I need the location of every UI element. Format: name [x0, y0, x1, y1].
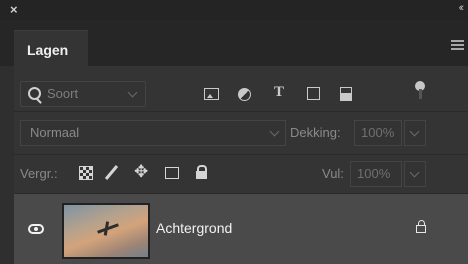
filter-row: Soort T	[14, 66, 468, 112]
search-icon	[28, 87, 41, 100]
fill-label: Vul:	[322, 166, 344, 181]
layer-thumbnail[interactable]	[62, 203, 150, 259]
lock-body	[196, 171, 207, 179]
lock-row: Vergr.: ✥ Vul: 100%	[14, 155, 468, 194]
panel-tab-row: Lagen	[0, 20, 468, 67]
filter-toggle-switch[interactable]	[415, 81, 425, 101]
eye-icon[interactable]	[28, 224, 44, 234]
pixel-filter-icon[interactable]	[204, 88, 219, 100]
opacity-label: Dekking:	[290, 125, 341, 140]
lock-body	[416, 225, 426, 233]
blend-row: Normaal Dekking: 100%	[14, 112, 468, 155]
chevron-down-icon	[409, 167, 420, 178]
lock-image-pixels-brush-icon[interactable]	[104, 165, 119, 180]
opacity-value: 100%	[361, 125, 395, 140]
layers-panel: Soort T Normaal Dekking: 100% Vergr.: ✥	[14, 66, 468, 264]
fill-dropdown-button[interactable]	[404, 161, 426, 187]
lock-transparent-pixels-icon[interactable]	[79, 166, 93, 180]
layer-row[interactable]: Achtergrond	[14, 194, 468, 264]
airplane-silhouette	[97, 223, 119, 234]
shape-filter-icon[interactable]	[307, 87, 320, 100]
filter-kind-label: Soort	[47, 86, 79, 101]
fill-input[interactable]: 100%	[350, 161, 402, 187]
filter-kind-dropdown[interactable]: Soort	[20, 81, 146, 107]
collapse-panel-icon[interactable]: ‹‹	[459, 2, 465, 14]
chevron-down-icon	[269, 126, 280, 137]
blend-mode-value: Normaal	[30, 125, 80, 140]
tab-layers-label: Lagen	[27, 42, 69, 58]
layer-name[interactable]: Achtergrond	[156, 220, 232, 236]
panel-menu-icon[interactable]	[451, 40, 464, 50]
tab-layers[interactable]: Lagen	[14, 30, 88, 67]
fill-value: 100%	[357, 166, 391, 181]
adjustment-filter-icon[interactable]	[238, 88, 251, 101]
blend-mode-dropdown[interactable]: Normaal	[20, 120, 286, 146]
panel-titlebar: × ‹‹	[0, 0, 468, 20]
type-filter-icon[interactable]: T	[274, 84, 284, 101]
close-icon[interactable]: ×	[10, 2, 18, 17]
opacity-dropdown-button[interactable]	[404, 120, 426, 146]
lock-position-move-icon[interactable]: ✥	[134, 162, 148, 182]
lock-icon[interactable]	[416, 220, 427, 234]
smart-object-filter-icon[interactable]	[340, 87, 352, 101]
chevron-down-icon	[409, 126, 420, 137]
lock-artboard-icon[interactable]	[165, 167, 179, 179]
opacity-input[interactable]: 100%	[354, 120, 402, 146]
lock-all-icon[interactable]	[196, 165, 207, 179]
lock-label: Vergr.:	[20, 166, 58, 181]
chevron-down-icon	[127, 87, 138, 98]
toggle-stem	[419, 89, 422, 99]
